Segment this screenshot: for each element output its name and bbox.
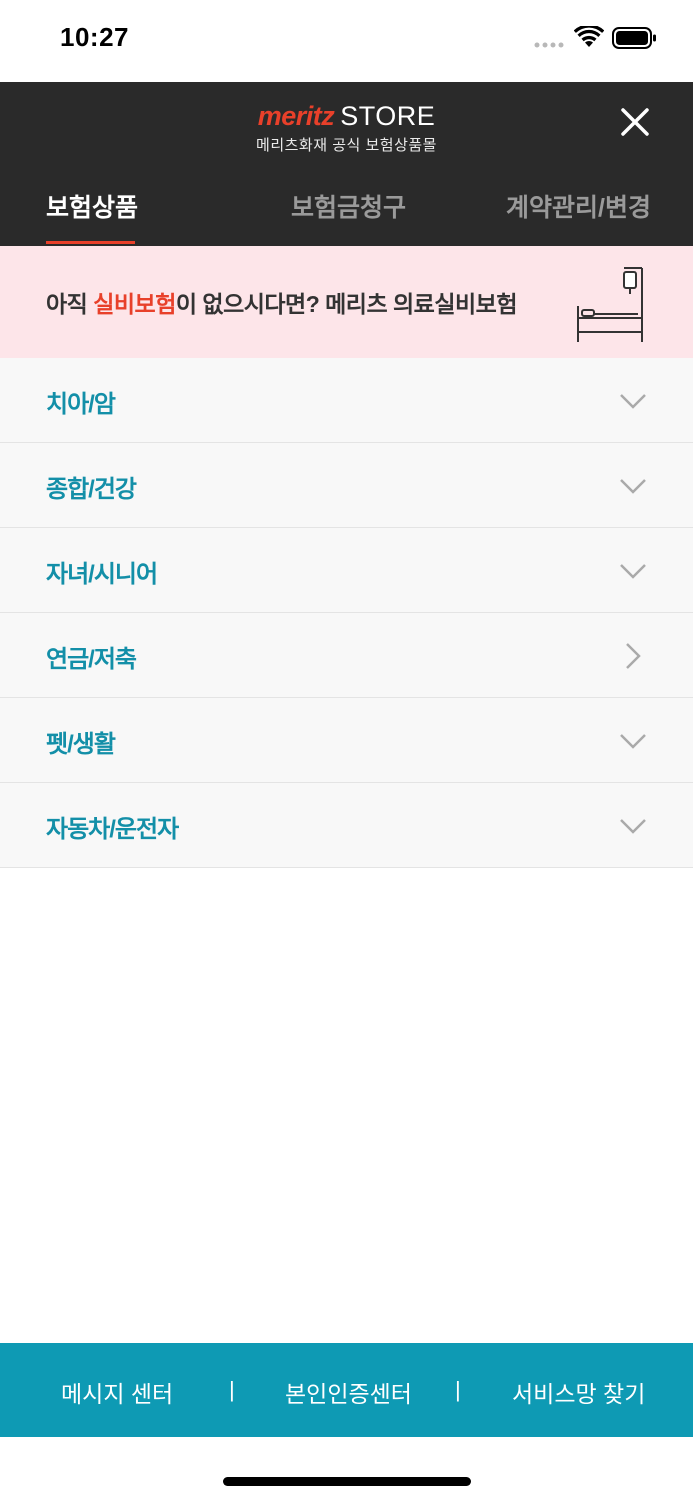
chevron-down-icon bbox=[620, 479, 646, 494]
menu-item-label: 자녀/시니어 bbox=[46, 561, 158, 588]
promo-text-after: 이 없으시다면? 메리츠 의료실비보험 bbox=[175, 291, 518, 317]
footer-bar: 메시지 센터 | 본인인증센터 | 서비스망 찾기 bbox=[0, 1343, 693, 1437]
chevron-down-icon bbox=[620, 734, 646, 749]
home-indicator bbox=[223, 1477, 471, 1486]
brand-subtitle: 메리츠화재 공식 보험상품몰 bbox=[256, 137, 437, 154]
footer-separator: | bbox=[229, 1377, 235, 1402]
promo-banner[interactable]: 아직 실비보험이 없으시다면? 메리츠 의료실비보험 bbox=[0, 246, 693, 358]
brand-logo: meritz STORE 메리츠화재 공식 보험상품몰 bbox=[0, 100, 693, 155]
status-bar: 10:27 bbox=[0, 0, 693, 82]
menu-item-pet-life[interactable]: 펫/생활 bbox=[0, 698, 693, 783]
wifi-icon bbox=[574, 26, 604, 47]
footer-link-service-locator[interactable]: 서비스망 찾기 bbox=[512, 1375, 645, 1409]
active-tab-indicator bbox=[46, 241, 135, 244]
menu-item-label: 종합/건강 bbox=[46, 476, 137, 503]
brand-name: meritz bbox=[257, 101, 335, 131]
chevron-right-icon bbox=[626, 643, 641, 669]
product-category-menu: 치아/암 종합/건강 자녀/시니어 연금/저축 펫/생활 자동차/운전자 bbox=[0, 358, 693, 868]
chevron-down-icon bbox=[620, 819, 646, 834]
menu-item-label: 치아/암 bbox=[46, 391, 116, 418]
footer-separator: | bbox=[455, 1377, 461, 1402]
menu-item-general-health[interactable]: 종합/건강 bbox=[0, 443, 693, 528]
top-tabs: 보험상품 보험금청구 계약관리/변경 bbox=[0, 182, 693, 246]
menu-item-label: 연금/저축 bbox=[46, 646, 137, 673]
promo-text: 아직 실비보험이 없으시다면? 메리츠 의료실비보험 bbox=[46, 285, 517, 319]
tab-insurance-products[interactable]: 보험상품 bbox=[46, 188, 138, 224]
footer-link-message-center[interactable]: 메시지 센터 bbox=[61, 1375, 173, 1409]
menu-item-label: 펫/생활 bbox=[46, 731, 116, 758]
cellular-signal-icon bbox=[534, 42, 564, 48]
brand-store: STORE bbox=[340, 101, 436, 131]
app-header: meritz STORE 메리츠화재 공식 보험상품몰 보험상품 보험금청구 계약… bbox=[0, 82, 693, 246]
promo-text-before: 아직 bbox=[46, 291, 94, 317]
chevron-down-icon bbox=[620, 394, 646, 409]
tab-claims[interactable]: 보험금청구 bbox=[291, 188, 406, 224]
battery-icon bbox=[612, 27, 656, 49]
hospital-bed-icon bbox=[577, 267, 643, 342]
menu-item-pension-savings[interactable]: 연금/저축 bbox=[0, 613, 693, 698]
menu-item-children-senior[interactable]: 자녀/시니어 bbox=[0, 528, 693, 613]
status-time: 10:27 bbox=[60, 22, 129, 52]
tab-contract-management[interactable]: 계약관리/변경 bbox=[506, 188, 651, 224]
chevron-down-icon bbox=[620, 564, 646, 579]
menu-item-label: 자동차/운전자 bbox=[46, 816, 179, 843]
menu-item-dental-cancer[interactable]: 치아/암 bbox=[0, 358, 693, 443]
menu-item-car-driver[interactable]: 자동차/운전자 bbox=[0, 783, 693, 868]
close-icon[interactable] bbox=[613, 100, 657, 144]
promo-highlight: 실비보험 bbox=[93, 291, 176, 317]
footer-link-identity-verification[interactable]: 본인인증센터 bbox=[285, 1375, 412, 1409]
